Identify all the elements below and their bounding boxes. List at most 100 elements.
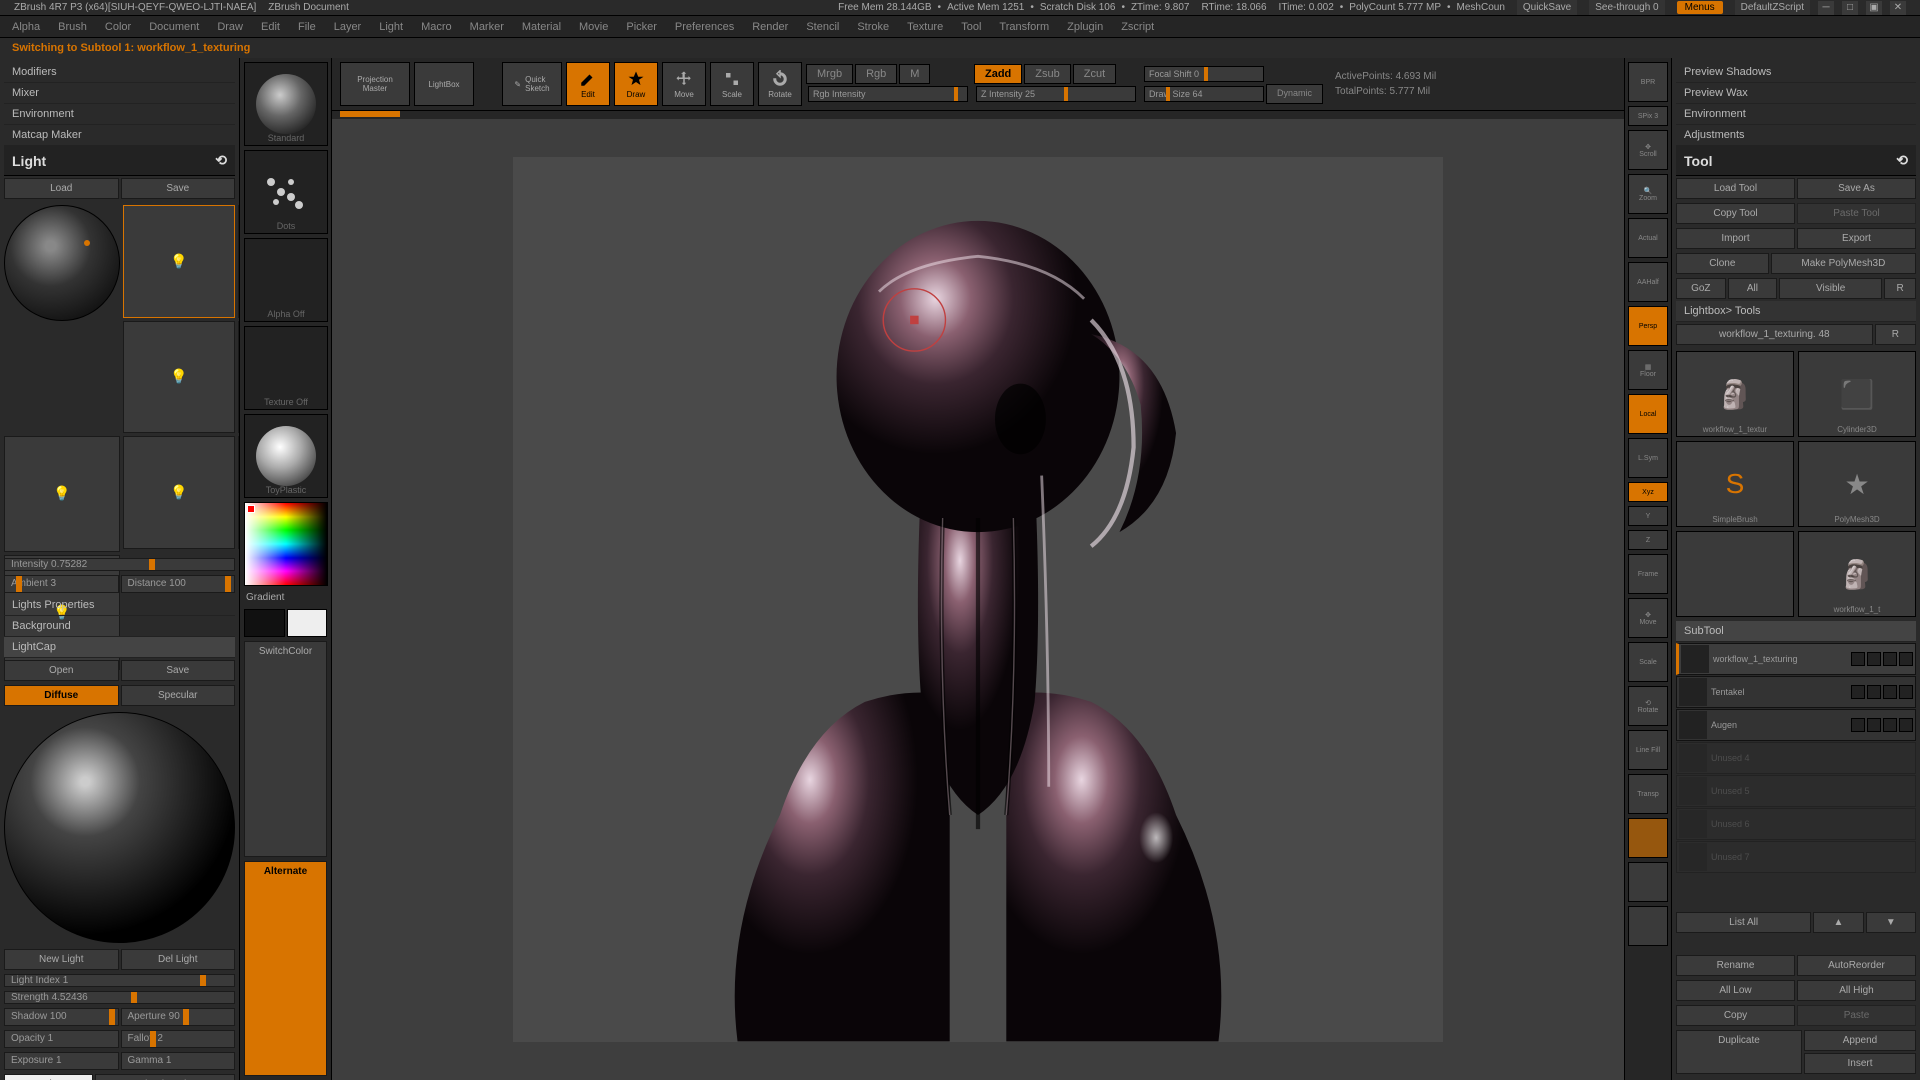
- minimize-icon[interactable]: ─: [1818, 1, 1834, 15]
- opacity-slider[interactable]: Opacity 1: [4, 1030, 119, 1048]
- current-tool-name[interactable]: workflow_1_texturing. 48: [1676, 324, 1873, 345]
- zadd-button[interactable]: Zadd: [974, 64, 1022, 84]
- menu-preferences[interactable]: Preferences: [675, 21, 734, 33]
- aperture-slider[interactable]: Aperture 90: [121, 1008, 236, 1026]
- light-direction-sphere[interactable]: [4, 205, 120, 321]
- goz-button[interactable]: GoZ: [1676, 278, 1726, 299]
- frame-button[interactable]: Frame: [1628, 554, 1668, 594]
- save-button[interactable]: Save: [121, 178, 236, 199]
- menu-movie[interactable]: Movie: [579, 21, 608, 33]
- quicksave-btn[interactable]: QuickSave: [1517, 0, 1577, 15]
- save-as-button[interactable]: Save As: [1797, 178, 1916, 199]
- light-5-icon[interactable]: 💡: [4, 436, 120, 552]
- zsub-button[interactable]: Zsub: [1024, 64, 1070, 84]
- ambient-slider[interactable]: Ambient 3: [4, 575, 119, 593]
- ghost-button[interactable]: [1628, 818, 1668, 858]
- subtool-row-0[interactable]: workflow_1_texturing: [1676, 643, 1916, 675]
- goz-r-button[interactable]: R: [1884, 278, 1916, 299]
- rgb-button[interactable]: Rgb: [855, 64, 897, 84]
- gradient-swatch-1[interactable]: [244, 609, 285, 637]
- dynamic-button[interactable]: Dynamic: [1266, 84, 1323, 104]
- menu-layer[interactable]: Layer: [334, 21, 362, 33]
- brush-thumb-standard[interactable]: Standard: [244, 62, 328, 146]
- menu-document[interactable]: Document: [149, 21, 199, 33]
- tool-r-button[interactable]: R: [1875, 324, 1916, 345]
- menu-zscript[interactable]: Zscript: [1121, 21, 1154, 33]
- refresh-icon[interactable]: ⟲: [215, 152, 227, 169]
- tool-header[interactable]: Tool ⟲: [1676, 146, 1916, 176]
- gamma-slider[interactable]: Gamma 1: [121, 1052, 236, 1070]
- menu-brush[interactable]: Brush: [58, 21, 87, 33]
- zoom-button[interactable]: 🔍Zoom: [1628, 174, 1668, 214]
- paste-button[interactable]: Paste: [1797, 1005, 1916, 1026]
- shadow-slider[interactable]: Shadow 100: [4, 1008, 119, 1026]
- all-low-button[interactable]: All Low: [1676, 980, 1795, 1001]
- tool-thumb-4[interactable]: [1676, 531, 1794, 617]
- menu-color[interactable]: Color: [105, 21, 131, 33]
- falloff-slider[interactable]: Falloff 2: [121, 1030, 236, 1048]
- lightcap-item[interactable]: LightCap: [4, 637, 235, 658]
- menu-alpha[interactable]: Alpha: [12, 21, 40, 33]
- nav-scale-button[interactable]: Scale: [1628, 642, 1668, 682]
- menu-tool[interactable]: Tool: [961, 21, 981, 33]
- tool-thumb-0[interactable]: 🗿workflow_1_textur: [1676, 351, 1794, 437]
- solo-button[interactable]: [1628, 862, 1668, 902]
- distance-slider[interactable]: Distance 100: [121, 575, 236, 593]
- rename-button[interactable]: Rename: [1676, 955, 1795, 976]
- see-through[interactable]: See-through 0: [1589, 0, 1664, 15]
- floor-button[interactable]: ▦Floor: [1628, 350, 1668, 390]
- goz-all-button[interactable]: All: [1728, 278, 1778, 299]
- menu-transform[interactable]: Transform: [999, 21, 1049, 33]
- alpha-thumb[interactable]: Alpha Off: [244, 238, 328, 322]
- light-1-icon[interactable]: 💡: [123, 205, 236, 318]
- projection-master-button[interactable]: Projection Master: [340, 62, 410, 106]
- scroll-button[interactable]: ✥Scroll: [1628, 130, 1668, 170]
- strength-slider[interactable]: Strength 4.52436: [4, 991, 235, 1004]
- background-item[interactable]: Background: [4, 616, 235, 637]
- menu-stencil[interactable]: Stencil: [806, 21, 839, 33]
- specular-button[interactable]: Specular: [121, 685, 236, 706]
- default-script[interactable]: DefaultZScript: [1735, 0, 1810, 15]
- spix-button[interactable]: SPix 3: [1628, 106, 1668, 126]
- edit-button[interactable]: Edit: [566, 62, 610, 106]
- color-swatch[interactable]: Color: [4, 1074, 93, 1080]
- adjustments[interactable]: Adjustments: [1676, 125, 1916, 146]
- menu-material[interactable]: Material: [522, 21, 561, 33]
- actual-button[interactable]: Actual: [1628, 218, 1668, 258]
- light-6-icon[interactable]: 💡: [123, 436, 236, 549]
- modifiers-item[interactable]: Modifiers: [4, 62, 235, 83]
- insert-button[interactable]: Insert: [1804, 1053, 1916, 1074]
- restore-icon[interactable]: ▣: [1866, 1, 1882, 15]
- light-index-slider[interactable]: Light Index 1: [4, 974, 235, 987]
- light-3-icon[interactable]: 💡: [123, 321, 236, 434]
- alternate-button[interactable]: Alternate: [244, 861, 327, 1077]
- paste-tool-button[interactable]: Paste Tool: [1797, 203, 1916, 224]
- switchcolor-button[interactable]: SwitchColor: [244, 641, 327, 857]
- list-all-button[interactable]: List All: [1676, 912, 1811, 933]
- move-down-icon[interactable]: ▼: [1866, 912, 1916, 933]
- viewport[interactable]: [332, 119, 1624, 1080]
- nav-rotate-button[interactable]: ⟲Rotate: [1628, 686, 1668, 726]
- rotate-button[interactable]: Rotate: [758, 62, 802, 106]
- draw-size-slider[interactable]: Draw Size 64: [1144, 86, 1264, 102]
- open-button[interactable]: Open: [4, 660, 119, 681]
- clone-button[interactable]: Clone: [1676, 253, 1769, 274]
- menu-render[interactable]: Render: [752, 21, 788, 33]
- light-header[interactable]: Light ⟲: [4, 146, 235, 176]
- environment-right[interactable]: Environment: [1676, 104, 1916, 125]
- xyz-button[interactable]: Xyz: [1628, 482, 1668, 502]
- menu-marker[interactable]: Marker: [470, 21, 504, 33]
- diffuse-button[interactable]: Diffuse: [4, 685, 119, 706]
- intensity-slider[interactable]: Intensity 0.75282: [4, 558, 235, 571]
- texture-thumb[interactable]: Texture Off: [244, 326, 328, 410]
- lights-properties[interactable]: Lights Properties: [4, 595, 235, 616]
- goz-visible-button[interactable]: Visible: [1779, 278, 1882, 299]
- bpr-button[interactable]: BPR: [1628, 62, 1668, 102]
- copy-tool-button[interactable]: Copy Tool: [1676, 203, 1795, 224]
- blend-mode-button[interactable]: Blend Mode: [95, 1074, 235, 1080]
- export-button[interactable]: Export: [1797, 228, 1916, 249]
- subtool-row-2[interactable]: Augen: [1676, 709, 1916, 741]
- y-button[interactable]: Y: [1628, 506, 1668, 526]
- tool-thumb-2[interactable]: SSimpleBrush: [1676, 441, 1794, 527]
- menu-edit[interactable]: Edit: [261, 21, 280, 33]
